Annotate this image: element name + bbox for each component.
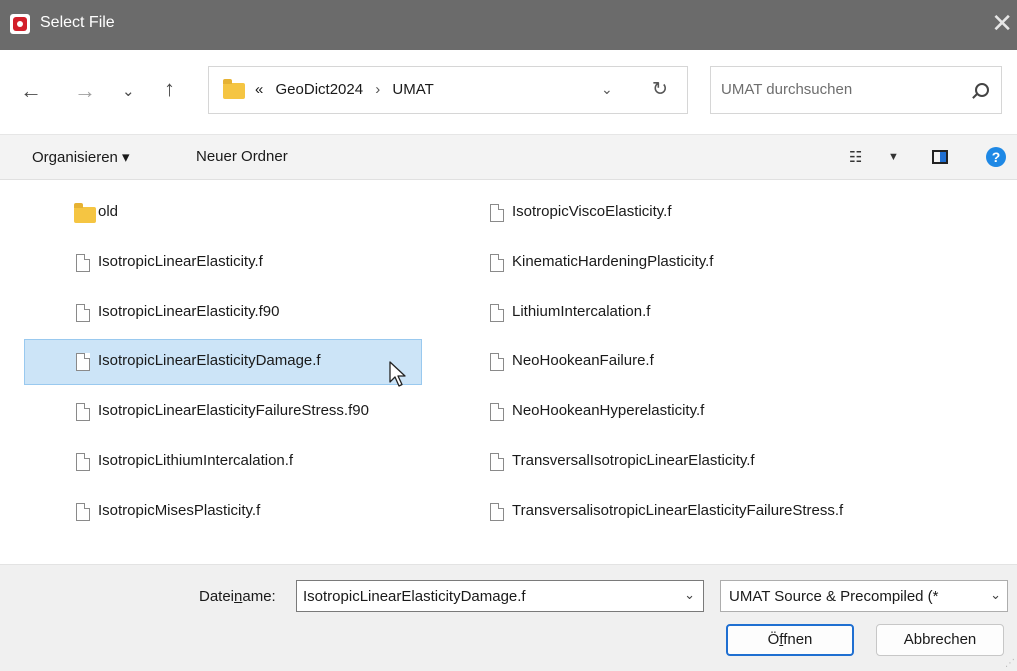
file-name: KinematicHardeningPlasticity.f bbox=[512, 253, 714, 270]
file-name: old bbox=[98, 203, 119, 220]
list-item[interactable]: LithiumIntercalation.f bbox=[438, 290, 978, 336]
folder-icon bbox=[223, 79, 245, 99]
address-dropdown-chevron-icon[interactable]: ⌄ bbox=[601, 81, 613, 98]
command-bar: Organisieren ▾ Neuer Ordner ☷ ▼ ? bbox=[0, 134, 1017, 180]
document-icon bbox=[76, 353, 90, 371]
help-icon[interactable]: ? bbox=[986, 147, 1006, 167]
search-input[interactable]: UMAT durchsuchen bbox=[710, 66, 1002, 114]
title-bar: Select File ✕ bbox=[0, 0, 1017, 50]
breadcrumb-separator-icon: › bbox=[375, 81, 381, 98]
list-item[interactable]: IsotropicLinearElasticityFailureStress.f… bbox=[24, 389, 422, 435]
list-item[interactable]: TransversalIsotropicLinearElasticity.f bbox=[438, 439, 978, 485]
preview-pane-icon[interactable] bbox=[932, 150, 948, 164]
document-icon bbox=[490, 353, 504, 371]
document-icon bbox=[490, 403, 504, 421]
document-icon bbox=[490, 254, 504, 272]
filename-value[interactable]: IsotropicLinearElasticityDamage.f bbox=[303, 588, 526, 605]
list-item-folder-old[interactable]: old bbox=[24, 190, 422, 236]
list-item[interactable]: IsotropicViscoElasticity.f bbox=[438, 190, 978, 236]
list-item[interactable]: IsotropicLithiumIntercalation.f bbox=[24, 439, 422, 485]
list-item[interactable]: IsotropicLinearElasticity.f90 bbox=[24, 290, 422, 336]
document-icon bbox=[76, 304, 90, 322]
document-icon bbox=[76, 254, 90, 272]
file-name: IsotropicLithiumIntercalation.f bbox=[98, 452, 294, 469]
list-item[interactable]: IsotropicLinearElasticity.f bbox=[24, 240, 422, 286]
file-name: TransversalIsotropicLinearElasticity.f bbox=[512, 452, 755, 469]
view-options-icon[interactable]: ☷ bbox=[849, 148, 862, 166]
resize-grip-icon[interactable]: ⋰ bbox=[1005, 658, 1015, 669]
document-icon bbox=[76, 453, 90, 471]
search-icon[interactable] bbox=[975, 83, 989, 97]
file-name: LithiumIntercalation.f bbox=[512, 303, 651, 320]
list-item-selected[interactable]: IsotropicLinearElasticityDamage.f bbox=[24, 339, 422, 385]
file-list: old IsotropicLinearElasticity.f Isotropi… bbox=[0, 180, 1017, 564]
list-item[interactable]: NeoHookeanHyperelasticity.f bbox=[438, 389, 978, 435]
breadcrumb-item-geodict[interactable]: GeoDict2024 bbox=[276, 81, 364, 98]
search-placeholder: UMAT durchsuchen bbox=[721, 81, 853, 98]
file-name: IsotropicLinearElasticity.f bbox=[98, 253, 263, 270]
filename-field[interactable]: IsotropicLinearElasticityDamage.f ⌄ bbox=[296, 580, 704, 612]
footer-panel: Dateiname: IsotropicLinearElasticityDama… bbox=[0, 564, 1017, 671]
mouse-pointer-icon bbox=[389, 361, 406, 387]
refresh-icon[interactable]: ↻ bbox=[652, 78, 668, 101]
file-name: IsotropicLinearElasticity.f90 bbox=[98, 303, 280, 320]
filename-history-chevron-icon[interactable]: ⌄ bbox=[684, 587, 695, 603]
file-type-select[interactable]: UMAT Source & Precompiled (* ⌄ bbox=[720, 580, 1008, 612]
open-button[interactable]: Öffnen bbox=[726, 624, 854, 656]
address-bar[interactable]: « GeoDict2024 › UMAT ⌄ ↻ bbox=[208, 66, 688, 114]
breadcrumb-item-umat[interactable]: UMAT bbox=[392, 81, 433, 98]
document-icon bbox=[490, 204, 504, 222]
file-name: NeoHookeanFailure.f bbox=[512, 352, 654, 369]
folder-icon bbox=[74, 203, 96, 223]
document-icon bbox=[490, 304, 504, 322]
file-name: TransversalisotropicLinearElasticityFail… bbox=[512, 502, 844, 519]
recent-locations-chevron-icon[interactable]: ⌄ bbox=[122, 81, 135, 103]
breadcrumb-overflow[interactable]: « bbox=[255, 81, 263, 98]
list-item[interactable]: IsotropicMisesPlasticity.f bbox=[24, 489, 422, 535]
cancel-button[interactable]: Abbrechen bbox=[876, 624, 1004, 656]
file-name: IsotropicLinearElasticityFailureStress.f… bbox=[98, 402, 369, 419]
up-arrow-icon[interactable]: ↑ bbox=[164, 78, 175, 100]
list-item[interactable]: TransversalisotropicLinearElasticityFail… bbox=[438, 489, 978, 535]
file-name: NeoHookeanHyperelasticity.f bbox=[512, 402, 705, 419]
file-type-chevron-icon[interactable]: ⌄ bbox=[986, 587, 1001, 603]
app-icon bbox=[10, 14, 30, 34]
back-arrow-icon[interactable]: ← bbox=[20, 80, 42, 102]
new-folder-button[interactable]: Neuer Ordner bbox=[196, 148, 288, 165]
list-item[interactable]: NeoHookeanFailure.f bbox=[438, 339, 978, 385]
window-title: Select File bbox=[40, 14, 115, 31]
organize-menu-button[interactable]: Organisieren ▾ bbox=[32, 148, 130, 166]
document-icon bbox=[490, 453, 504, 471]
forward-arrow-icon[interactable]: → bbox=[74, 80, 96, 102]
document-icon bbox=[490, 503, 504, 521]
file-name: IsotropicViscoElasticity.f bbox=[512, 203, 672, 220]
document-icon bbox=[76, 503, 90, 521]
document-icon bbox=[76, 403, 90, 421]
list-item[interactable]: KinematicHardeningPlasticity.f bbox=[438, 240, 978, 286]
file-name: IsotropicLinearElasticityDamage.f bbox=[98, 352, 321, 369]
filename-label: Dateiname: bbox=[199, 588, 276, 605]
breadcrumb: « GeoDict2024 › UMAT bbox=[255, 81, 434, 98]
file-name: IsotropicMisesPlasticity.f bbox=[98, 502, 261, 519]
close-icon[interactable]: ✕ bbox=[991, 8, 1013, 38]
view-options-dropdown-icon[interactable]: ▼ bbox=[888, 151, 899, 163]
file-type-value: UMAT Source & Precompiled (* bbox=[729, 588, 939, 605]
